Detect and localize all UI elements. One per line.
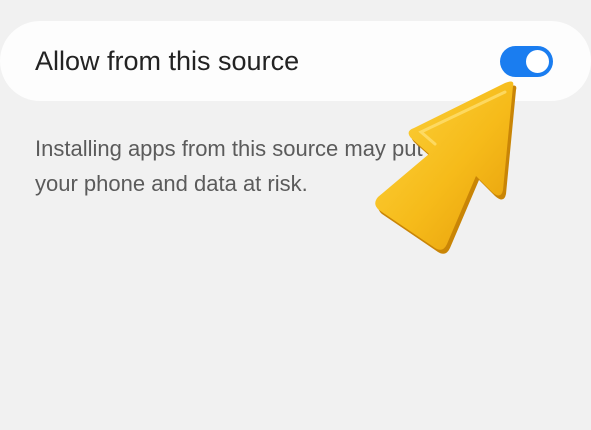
- allow-source-label: Allow from this source: [35, 46, 300, 76]
- settings-screen: Allow from this source Installing apps f…: [0, 0, 591, 430]
- allow-source-toggle[interactable]: [500, 46, 553, 77]
- pointer-arrow-icon: [375, 81, 517, 254]
- toggle-knob: [524, 48, 551, 75]
